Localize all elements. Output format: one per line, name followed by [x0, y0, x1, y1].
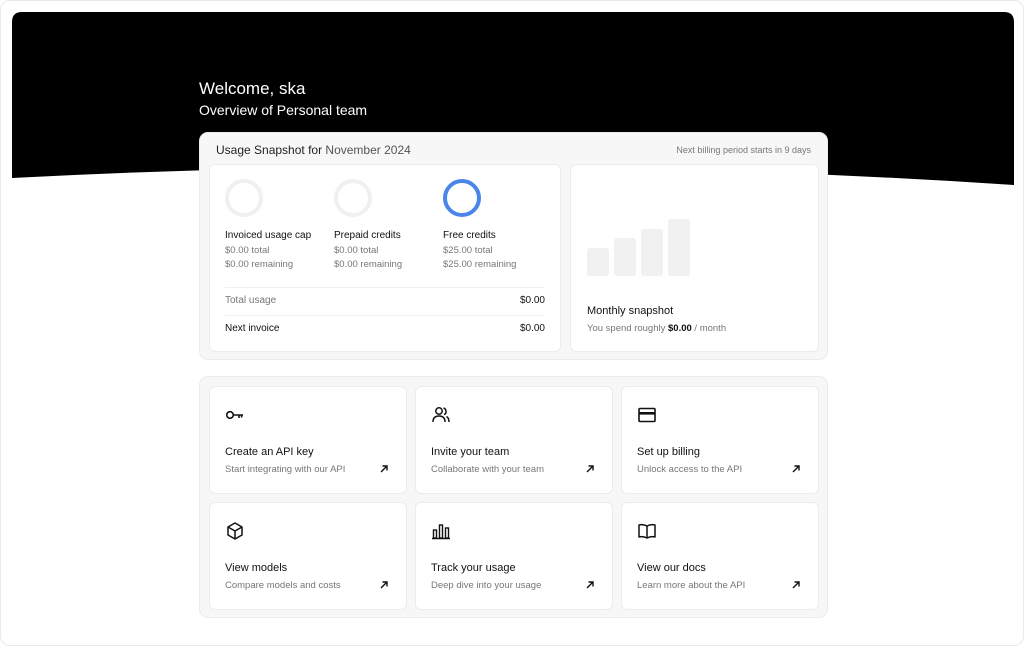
welcome-heading: Welcome, ska	[199, 79, 306, 98]
gauge-remaining: $0.00 remaining	[225, 259, 294, 270]
cube-icon	[227, 522, 243, 540]
bar-chart-placeholder-icon	[587, 219, 707, 276]
book-icon	[638, 523, 656, 539]
gauge-total: $0.00 total	[225, 245, 270, 256]
gauge-label: Prepaid credits	[334, 230, 401, 241]
view-models-card[interactable]: View models Compare models and costs	[209, 502, 407, 610]
monthly-snapshot-card: Monthly snapshot You spend roughly $0.00…	[570, 164, 819, 352]
action-desc: Compare models and costs	[225, 580, 341, 591]
gauge-ring-icon	[334, 179, 372, 217]
monthly-amount: $0.00	[668, 323, 692, 334]
gauge-free-credits: Free credits $25.00 total $25.00 remaini…	[443, 179, 553, 270]
team-overview-subheading: Overview of Personal team	[199, 102, 368, 118]
placeholder-bar	[641, 229, 663, 276]
snapshot-month: November 2024	[325, 143, 411, 157]
action-title: Track your usage	[431, 562, 516, 574]
gauge-label: Free credits	[443, 230, 496, 241]
arrow-up-right-icon	[586, 465, 594, 473]
monthly-desc-suffix: / month	[694, 323, 727, 334]
monthly-snapshot-desc: You spend roughly $0.00 / month	[587, 323, 726, 334]
monthly-desc-prefix: You spend roughly	[587, 323, 666, 334]
placeholder-bar	[668, 219, 690, 276]
action-desc: Learn more about the API	[637, 580, 746, 591]
app-window: Welcome, ska Overview of Personal team U…	[0, 0, 1024, 646]
gauge-invoiced-usage-cap: Invoiced usage cap $0.00 total $0.00 rem…	[225, 179, 335, 270]
gauge-remaining: $25.00 remaining	[443, 259, 517, 270]
gauge-total: $0.00 total	[334, 245, 379, 256]
action-desc: Start integrating with our API	[225, 464, 346, 475]
arrow-up-right-icon	[380, 581, 388, 589]
total-usage-row: Total usage $0.00	[225, 287, 545, 313]
gauge-prepaid-credits: Prepaid credits $0.00 total $0.00 remain…	[334, 179, 444, 270]
usage-snapshot-panel: Usage Snapshot for November 2024 Next bi…	[199, 132, 828, 360]
invite-team-card[interactable]: Invite your team Collaborate with your t…	[415, 386, 613, 494]
arrow-up-right-icon	[792, 581, 800, 589]
placeholder-bar	[587, 248, 609, 276]
total-usage-label: Total usage	[225, 295, 277, 306]
action-desc: Unlock access to the API	[637, 464, 743, 475]
users-icon	[432, 407, 450, 423]
track-usage-card[interactable]: Track your usage Deep dive into your usa…	[415, 502, 613, 610]
credit-card-icon	[638, 407, 656, 423]
billing-period-note: Next billing period starts in 9 days	[676, 145, 811, 155]
gauge-remaining: $0.00 remaining	[334, 259, 403, 270]
action-desc: Deep dive into your usage	[431, 580, 542, 591]
usage-card: Invoiced usage cap $0.00 total $0.00 rem…	[209, 164, 561, 352]
monthly-snapshot-title: Monthly snapshot	[587, 305, 674, 317]
next-invoice-label: Next invoice	[225, 323, 280, 334]
action-title: Invite your team	[431, 446, 510, 458]
bar-chart-icon	[432, 524, 450, 540]
action-desc: Collaborate with your team	[431, 464, 544, 475]
gauge-total: $25.00 total	[443, 245, 493, 256]
arrow-up-right-icon	[586, 581, 594, 589]
gauge-ring-icon	[443, 179, 481, 217]
gauge-ring-icon	[225, 179, 263, 217]
arrow-up-right-icon	[792, 465, 800, 473]
usage-snapshot-title: Usage Snapshot for November 2024	[216, 143, 411, 157]
placeholder-bar	[614, 238, 636, 276]
quick-actions-panel: Create an API key Start integrating with…	[199, 376, 828, 618]
next-invoice-row: Next invoice $0.00	[225, 315, 545, 341]
gauge-label: Invoiced usage cap	[225, 230, 312, 241]
arrow-up-right-icon	[380, 465, 388, 473]
create-api-key-card[interactable]: Create an API key Start integrating with…	[209, 386, 407, 494]
key-icon	[225, 410, 243, 420]
view-docs-card[interactable]: View our docs Learn more about the API	[621, 502, 819, 610]
total-usage-value: $0.00	[519, 295, 545, 306]
setup-billing-card[interactable]: Set up billing Unlock access to the API	[621, 386, 819, 494]
action-title: View our docs	[637, 562, 706, 574]
next-invoice-value: $0.00	[519, 323, 545, 334]
action-title: Create an API key	[225, 446, 314, 458]
snapshot-title-prefix: Usage Snapshot for	[216, 143, 323, 157]
action-title: Set up billing	[637, 446, 700, 458]
action-title: View models	[225, 562, 288, 574]
